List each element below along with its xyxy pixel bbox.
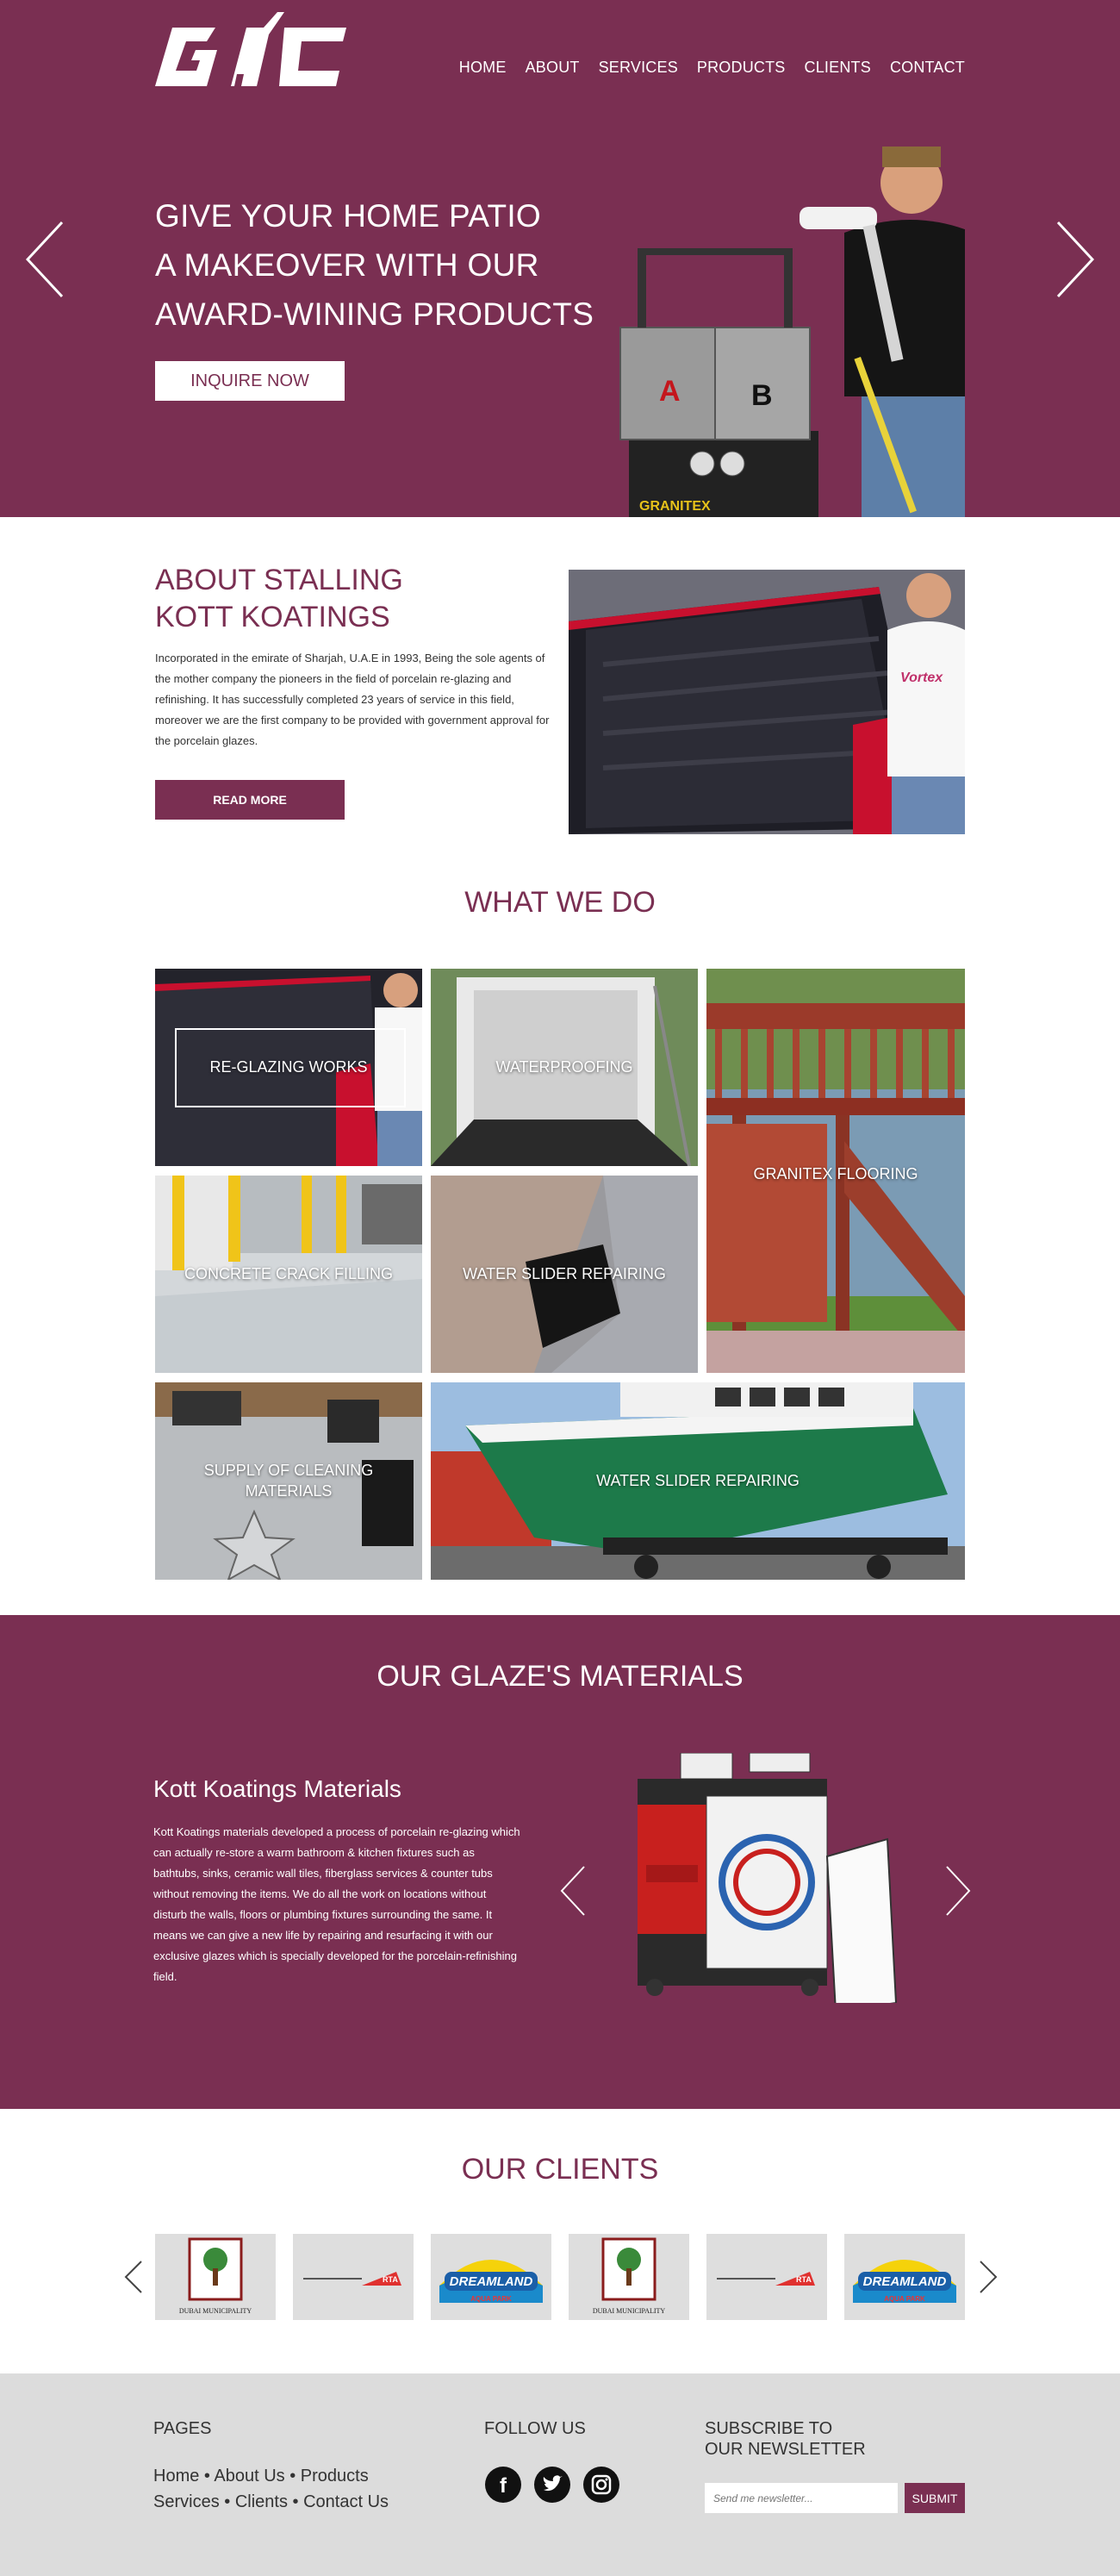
service-tile-reglazing[interactable]: RE-GLAZING WORKS: [155, 969, 422, 1166]
dreamland-logo: DREAMLAND AQUA PARK: [853, 2260, 956, 2303]
footer: PAGES Home • About Us • Products Service…: [0, 2373, 1120, 2576]
gac-logo[interactable]: [155, 9, 346, 102]
client-logo-dubai-municipality[interactable]: DUBAI MUNICIPALITY: [155, 2234, 276, 2320]
inquire-now-button[interactable]: INQUIRE NOW: [155, 361, 345, 401]
footer-link-about[interactable]: About Us: [214, 2467, 284, 2486]
footer-link-home[interactable]: Home: [153, 2467, 199, 2486]
tile-label: CONCRETE CRACK FILLING: [184, 1265, 394, 1282]
rta-logo: RTA: [717, 2272, 815, 2286]
dubai-municipality-logo: DUBAI MUNICIPALITY: [179, 2237, 252, 2315]
nav-home[interactable]: HOME: [459, 59, 507, 77]
clients-next-arrow-icon[interactable]: [979, 2260, 998, 2294]
svg-text:GRANITEX: GRANITEX: [639, 499, 711, 514]
svg-text:f: f: [500, 2474, 507, 2498]
newsletter-heading: SUBSCRIBE TO OUR NEWSLETTER: [705, 2419, 866, 2459]
nav-contact[interactable]: CONTACT: [890, 59, 965, 77]
hero-banner: HOME ABOUT SERVICES PRODUCTS CLIENTS CON…: [0, 0, 1120, 517]
service-tile-waterproofing[interactable]: WATERPROOFING: [431, 969, 698, 1166]
svg-text:A: A: [659, 375, 681, 408]
newsletter-email-input[interactable]: [705, 2483, 898, 2513]
client-logo-dubai-municipality[interactable]: DUBAI MUNICIPALITY: [569, 2234, 689, 2320]
service-tile-concrete-crack[interactable]: CONCRETE CRACK FILLING: [155, 1176, 422, 1373]
materials-subtitle: Kott Koatings Materials: [153, 1775, 401, 1802]
svg-text:DUBAI MUNICIPALITY: DUBAI MUNICIPALITY: [179, 2307, 252, 2315]
svg-text:B: B: [751, 379, 773, 412]
hero-machine-image: A B GRANITEX: [619, 147, 965, 517]
tile-label: WATER SLIDER REPAIRING: [596, 1472, 800, 1489]
svg-text:Vortex: Vortex: [900, 671, 943, 685]
nav-about[interactable]: ABOUT: [526, 59, 580, 77]
about-text: Incorporated in the emirate of Sharjah, …: [155, 652, 550, 747]
tile-label: WATERPROOFING: [495, 1058, 633, 1076]
twitter-icon[interactable]: [534, 2467, 570, 2503]
svg-text:DREAMLAND: DREAMLAND: [450, 2274, 533, 2289]
about-truck-bed-image: Vortex: [569, 570, 965, 834]
hero-prev-arrow-icon[interactable]: [26, 221, 64, 298]
glaze-machine-image: [638, 1753, 898, 2003]
client-logo-dreamland[interactable]: DREAMLAND AQUA PARK: [431, 2234, 551, 2320]
materials-prev-arrow-icon[interactable]: [560, 1865, 586, 1917]
follow-heading: FOLLOW US: [484, 2419, 586, 2438]
materials-text: Kott Koatings materials developed a proc…: [153, 1825, 520, 1983]
footer-link-services[interactable]: Services: [153, 2492, 220, 2511]
service-tile-water-slider-2[interactable]: WATER SLIDER REPAIRING: [431, 1382, 965, 1580]
newsletter-submit-button[interactable]: SUBMIT: [905, 2483, 965, 2513]
tile-label: WATER SLIDER REPAIRING: [463, 1265, 666, 1282]
tile-label: RE-GLAZING WORKS: [209, 1058, 368, 1076]
pages-heading: PAGES: [153, 2419, 212, 2438]
client-logo-rta[interactable]: RTA: [293, 2234, 414, 2320]
what-we-do-heading: WHAT WE DO: [464, 886, 656, 919]
svg-text:DUBAI MUNICIPALITY: DUBAI MUNICIPALITY: [593, 2307, 666, 2315]
tile-label: SUPPLY OF CLEANING MATERIALS: [203, 1462, 374, 1500]
svg-text:AQUA PARK: AQUA PARK: [470, 2295, 512, 2303]
nav-products[interactable]: PRODUCTS: [697, 59, 786, 77]
nav-clients[interactable]: CLIENTS: [805, 59, 871, 77]
svg-text:RTA: RTA: [383, 2275, 398, 2284]
service-tile-granitex[interactable]: GRANITEX FLOORING: [706, 969, 965, 1373]
instagram-icon[interactable]: [583, 2467, 619, 2503]
service-tile-water-slider-1[interactable]: WATER SLIDER REPAIRING: [431, 1176, 698, 1373]
clients-prev-arrow-icon[interactable]: [124, 2260, 143, 2294]
svg-text:DREAMLAND: DREAMLAND: [863, 2274, 947, 2289]
footer-page-links: Home • About Us • Products Services • Cl…: [153, 2467, 389, 2511]
client-logo-dreamland[interactable]: DREAMLAND AQUA PARK: [844, 2234, 965, 2320]
dubai-municipality-logo: DUBAI MUNICIPALITY: [593, 2237, 666, 2315]
hero-next-arrow-icon[interactable]: [1056, 221, 1094, 298]
facebook-icon[interactable]: f: [485, 2467, 521, 2503]
footer-link-contact[interactable]: Contact Us: [303, 2492, 389, 2511]
materials-section: OUR GLAZE'S MATERIALS Kott Koatings Mate…: [0, 1615, 1120, 2109]
about-title: ABOUT STALLING KOTT KOATINGS: [155, 564, 403, 633]
materials-next-arrow-icon[interactable]: [945, 1865, 971, 1917]
footer-link-clients[interactable]: Clients: [235, 2492, 288, 2511]
footer-link-products[interactable]: Products: [301, 2467, 369, 2486]
hero-title: GIVE YOUR HOME PATIO A MAKEOVER WITH OUR…: [155, 198, 594, 332]
clients-heading: OUR CLIENTS: [461, 2153, 659, 2186]
service-tile-cleaning-supply[interactable]: SUPPLY OF CLEANING MATERIALS: [155, 1382, 422, 1580]
client-logo-rta[interactable]: RTA: [706, 2234, 827, 2320]
svg-text:AQUA PARK: AQUA PARK: [884, 2295, 925, 2303]
read-more-button[interactable]: READ MORE: [155, 780, 345, 820]
svg-text:RTA: RTA: [796, 2275, 812, 2284]
dreamland-logo: DREAMLAND AQUA PARK: [439, 2260, 543, 2303]
main-nav: HOME ABOUT SERVICES PRODUCTS CLIENTS CON…: [459, 59, 965, 77]
tile-label: GRANITEX FLOORING: [753, 1165, 918, 1182]
nav-services[interactable]: SERVICES: [599, 59, 678, 77]
materials-heading: OUR GLAZE'S MATERIALS: [376, 1660, 744, 1693]
rta-logo: RTA: [303, 2272, 401, 2286]
